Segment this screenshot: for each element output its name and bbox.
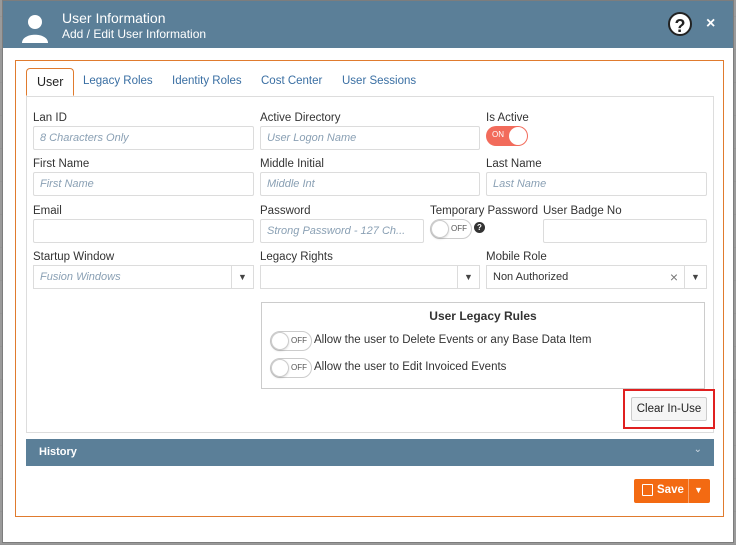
temporary-password-label: Temporary Password: [430, 205, 539, 217]
first-name-label: First Name: [33, 158, 90, 170]
toggle-knob: [271, 332, 289, 350]
mobile-role-label: Mobile Role: [486, 251, 547, 263]
clear-in-use-button[interactable]: Clear In-Use: [631, 397, 707, 421]
delete-events-toggle[interactable]: OFF: [270, 331, 312, 351]
delete-events-rule-label: Allow the user to Delete Events or any B…: [314, 334, 592, 346]
caret-down-icon[interactable]: ▼: [694, 485, 703, 495]
middle-initial-label: Middle Initial: [260, 158, 324, 170]
email-label: Email: [33, 205, 62, 217]
user-legacy-rules-box: User Legacy Rules OFF Allow the user to …: [261, 302, 705, 389]
mobile-role-select[interactable]: Non Authorized × ▼: [486, 265, 707, 289]
split-divider: [688, 479, 689, 503]
tab-cost-center[interactable]: Cost Center: [261, 68, 322, 96]
dialog-subtitle: Add / Edit User Information: [62, 27, 207, 41]
active-directory-label: Active Directory: [260, 112, 341, 124]
content-frame: User Legacy Roles Identity Roles Cost Ce…: [15, 60, 724, 517]
dialog-title: User Information: [62, 10, 166, 26]
last-name-label: Last Name: [486, 158, 542, 170]
user-tab-panel: Lan ID 8 Characters Only Active Director…: [26, 96, 715, 433]
startup-window-select[interactable]: Fusion Windows ▼: [33, 265, 254, 289]
edit-invoiced-events-rule-label: Allow the user to Edit Invoiced Events: [314, 361, 507, 373]
toggle-knob: [509, 127, 527, 145]
tab-identity-roles[interactable]: Identity Roles: [172, 68, 242, 96]
user-avatar-icon: [22, 15, 48, 43]
chevron-down-icon[interactable]: ⌄: [694, 444, 702, 455]
is-active-toggle[interactable]: ON: [486, 126, 528, 146]
temporary-password-toggle-text: OFF: [451, 224, 467, 233]
tab-legacy-roles[interactable]: Legacy Roles: [83, 68, 153, 96]
clear-in-use-highlight: Clear In-Use: [623, 389, 715, 429]
legacy-rights-select[interactable]: ▼: [260, 265, 480, 289]
is-active-label: Is Active: [486, 112, 529, 124]
middle-initial-input[interactable]: Middle Int: [260, 172, 480, 196]
mobile-role-value: Non Authorized: [493, 271, 569, 283]
first-name-input[interactable]: First Name: [33, 172, 254, 196]
edit-invoiced-events-toggle-text: OFF: [291, 363, 307, 372]
tab-user[interactable]: User: [26, 68, 75, 96]
save-button-label: Save: [657, 484, 684, 496]
active-directory-input[interactable]: User Logon Name: [260, 126, 480, 150]
startup-window-value: Fusion Windows: [40, 271, 121, 283]
history-section-header[interactable]: History ⌄: [26, 439, 714, 466]
lan-id-input[interactable]: 8 Characters Only: [33, 126, 254, 150]
close-icon[interactable]: ×: [706, 15, 715, 33]
toggle-knob: [431, 220, 449, 238]
toggle-knob: [271, 359, 289, 377]
dialog-titlebar: User Information Add / Edit User Informa…: [3, 1, 733, 48]
last-name-input[interactable]: Last Name: [486, 172, 707, 196]
chevron-down-icon[interactable]: ▼: [457, 266, 479, 288]
lan-id-label: Lan ID: [33, 112, 67, 124]
email-input[interactable]: [33, 219, 254, 243]
help-icon[interactable]: ?: [668, 12, 692, 36]
user-badge-no-label: User Badge No: [543, 205, 622, 217]
chevron-down-icon[interactable]: ▼: [231, 266, 253, 288]
user-badge-no-input[interactable]: [543, 219, 707, 243]
clear-selection-icon[interactable]: ×: [670, 266, 678, 288]
history-label: History: [39, 446, 77, 458]
user-legacy-rules-title: User Legacy Rules: [429, 309, 537, 323]
edit-invoiced-events-toggle[interactable]: OFF: [270, 358, 312, 378]
question-mark-icon[interactable]: ?: [474, 222, 485, 233]
chevron-down-icon[interactable]: ▼: [684, 266, 706, 288]
save-button[interactable]: Save ▼: [634, 479, 710, 503]
floppy-disk-icon: [642, 484, 653, 496]
tab-user-sessions[interactable]: User Sessions: [342, 68, 416, 96]
temporary-password-toggle[interactable]: OFF: [430, 219, 472, 239]
is-active-toggle-text: ON: [492, 130, 504, 139]
password-input[interactable]: Strong Password - 127 Ch...: [260, 219, 424, 243]
delete-events-toggle-text: OFF: [291, 336, 307, 345]
user-information-dialog: User Information Add / Edit User Informa…: [2, 0, 734, 543]
startup-window-label: Startup Window: [33, 251, 115, 263]
password-label: Password: [260, 205, 311, 217]
legacy-rights-label: Legacy Rights: [260, 251, 333, 263]
